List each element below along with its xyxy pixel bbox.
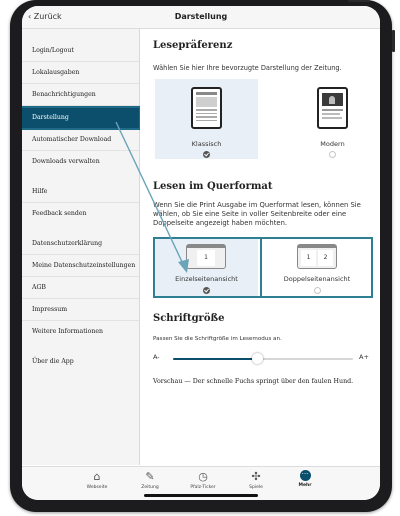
home-indicator xyxy=(144,494,258,497)
section-heading-querformat: Lesen im Querformat xyxy=(153,181,273,192)
newspaper-icon: ✎ xyxy=(145,470,155,483)
option-label: Modern xyxy=(320,140,345,148)
section-description: Passen Sie die Schriftgröße im Lesemodus… xyxy=(153,336,282,342)
divider xyxy=(22,254,139,255)
clock-icon: ◷ xyxy=(198,470,208,483)
tab-pfalz-ticker[interactable]: ◷ Pfalz-Ticker xyxy=(179,470,227,490)
tab-label: Pfalz-Ticker xyxy=(190,485,216,490)
sidebar-item-lokalausgaben[interactable]: Lokalausgaben xyxy=(22,63,139,83)
page-number: 1 xyxy=(197,250,215,266)
slider-fill xyxy=(173,358,258,360)
option-klassisch[interactable]: Klassisch xyxy=(155,79,258,159)
radio-unselected[interactable] xyxy=(329,151,336,158)
radio-selected[interactable] xyxy=(203,151,210,158)
sidebar-item-agb[interactable]: AGB xyxy=(22,278,139,298)
divider xyxy=(22,105,139,106)
option-einzelseitenansicht[interactable]: 1 Einzelseitenansicht xyxy=(155,239,258,296)
house-icon: ⌂ xyxy=(93,470,101,483)
font-size-slider[interactable] xyxy=(173,353,353,364)
options-divider xyxy=(260,237,262,298)
page-number: 1 xyxy=(301,250,316,266)
tab-label: Spiele xyxy=(249,485,263,490)
divider xyxy=(22,298,139,299)
radio-selected[interactable] xyxy=(203,287,210,294)
option-label: Doppelseitenansicht xyxy=(283,275,351,283)
divider xyxy=(22,202,139,203)
tab-webseite[interactable]: ⌂ Webseite xyxy=(73,470,121,490)
section-description: Wenn Sie die Print Ausgabe im Querformat… xyxy=(153,201,361,227)
divider xyxy=(22,276,139,277)
option-label: Klassisch xyxy=(191,140,222,148)
section-description: Wählen Sie hier Ihre bevorzugte Darstell… xyxy=(153,64,342,72)
radio-unselected[interactable] xyxy=(314,287,321,294)
newspaper-layout-icon xyxy=(196,92,217,124)
sidebar-item-darstellung[interactable]: Darstellung xyxy=(22,106,141,130)
device-side-button xyxy=(392,30,395,52)
option-label: Einzelseitenansicht xyxy=(175,275,238,283)
sidebar-item-automatischer-download[interactable]: Automatischer Download xyxy=(22,130,139,150)
sidebar-item-feedback-senden[interactable]: Feedback senden xyxy=(22,204,139,224)
tab-spiele[interactable]: ✣ Spiele xyxy=(232,470,280,490)
tab-mehr[interactable]: ··· Mehr xyxy=(281,470,329,488)
device-top-button xyxy=(348,0,370,2)
option-doppelseitenansicht[interactable]: 1 2 Doppelseitenansicht xyxy=(263,239,371,296)
tab-label: Mehr xyxy=(298,483,312,488)
sidebar-item-downloads-verwalten[interactable]: Downloads verwalten xyxy=(22,152,139,172)
tab-label: Webseite xyxy=(86,485,108,490)
tablet-modern-icon xyxy=(317,87,348,129)
sidebar-item-datenschutzeinstellungen[interactable]: Meine Datenschutzeinstellungen xyxy=(22,256,139,276)
section-heading-schriftgroesse: Schriftgröße xyxy=(153,313,225,324)
article-image-icon xyxy=(322,93,343,106)
sidebar-item-ueber-die-app[interactable]: Über die App xyxy=(22,352,139,372)
sidebar-item-weitere-informationen[interactable]: Weitere Informationen xyxy=(22,322,139,342)
sidebar-item-hilfe[interactable]: Hilfe xyxy=(22,182,139,202)
more-icon: ··· xyxy=(299,470,311,481)
top-bar: ‹ Zurück Darstellung xyxy=(22,6,380,29)
divider xyxy=(22,61,139,62)
settings-content: Lesepräferenz Wählen Sie hier Ihre bevor… xyxy=(140,29,380,465)
page-title: Darstellung xyxy=(174,12,228,21)
option-modern[interactable]: Modern xyxy=(281,79,380,159)
divider xyxy=(22,320,139,321)
tablet-classic-icon xyxy=(191,87,222,129)
slider-thumb[interactable] xyxy=(252,353,264,364)
screen: ‹ Zurück Darstellung Login/Logout Lokala… xyxy=(22,6,380,500)
tablet-landscape-single-icon: 1 xyxy=(186,244,226,269)
sidebar-item-benachrichtigungen[interactable]: Benachrichtigungen xyxy=(22,85,139,105)
section-heading-lesepraeferenz: Lesepräferenz xyxy=(153,40,233,51)
tab-label: Zeitung xyxy=(141,485,159,490)
divider xyxy=(22,83,139,84)
page-number: 2 xyxy=(318,250,333,266)
sidebar-item-login-logout[interactable]: Login/Logout xyxy=(22,41,139,61)
puzzle-icon: ✣ xyxy=(251,470,261,483)
sidebar-item-impressum[interactable]: Impressum xyxy=(22,300,139,320)
sidebar-item-datenschutzerklaerung[interactable]: Datenschutzerklärung xyxy=(22,234,139,254)
font-preview-text: Vorschau — Der schnelle Fuchs springt üb… xyxy=(153,378,354,385)
divider xyxy=(22,150,139,151)
font-size-max-label: A+ xyxy=(359,353,369,361)
font-size-min-label: A- xyxy=(153,353,160,361)
tablet-landscape-double-icon: 1 2 xyxy=(297,244,337,269)
tab-zeitung[interactable]: ✎ Zeitung xyxy=(126,470,174,490)
settings-sidebar: Login/Logout Lokalausgaben Benachrichtig… xyxy=(22,29,141,465)
